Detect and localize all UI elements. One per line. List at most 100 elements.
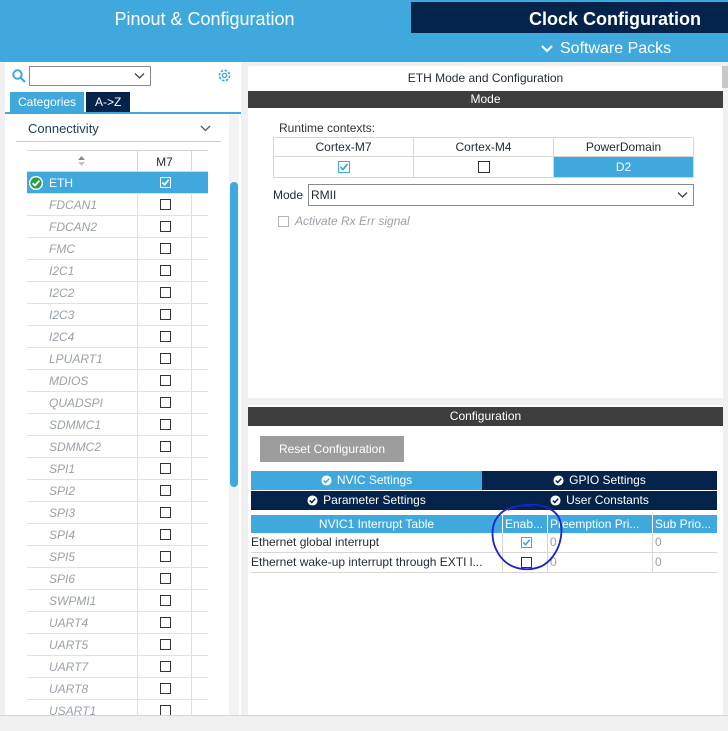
list-item[interactable]: UART8	[27, 678, 208, 700]
panel-scroll-stub[interactable]	[722, 66, 728, 88]
m7-checkbox[interactable]	[160, 661, 171, 672]
sort-icon[interactable]	[77, 155, 86, 167]
m7-checkbox[interactable]	[160, 441, 171, 452]
list-item[interactable]: SPI2	[27, 480, 208, 502]
runtime-contexts-label: Runtime contexts:	[279, 121, 376, 135]
m7-cell	[137, 568, 192, 589]
list-item[interactable]: FDCAN1	[27, 194, 208, 216]
list-item[interactable]: LPUART1	[27, 348, 208, 370]
m7-cell	[137, 634, 192, 655]
m7-checkbox[interactable]	[160, 331, 171, 342]
list-item[interactable]: SWPMI1	[27, 590, 208, 612]
rx-err-checkbox[interactable]	[278, 215, 289, 227]
settings-tabs: NVIC Settings GPIO Settings Parameter Se…	[251, 471, 717, 511]
list-item[interactable]: SPI6	[27, 568, 208, 590]
check-icon	[161, 179, 170, 186]
settings-tabs-row: NVIC Settings GPIO Settings	[251, 471, 717, 490]
m7-checkbox[interactable]	[160, 573, 171, 584]
stm32cubemx-window: Pinout & Configuration Clock Configurati…	[0, 0, 728, 731]
list-item[interactable]: SPI5	[27, 546, 208, 568]
list-item[interactable]: UART5	[27, 634, 208, 656]
tab-parameter-settings[interactable]: Parameter Settings	[251, 491, 482, 510]
m7-checkbox[interactable]	[160, 639, 171, 650]
list-item[interactable]: SPI4	[27, 524, 208, 546]
m7-checkbox[interactable]	[160, 199, 171, 210]
peripheral-tree-panel: Categories A->Z Connectivity M7 ETH FDCAN…	[5, 62, 241, 722]
runtime-contexts-table: Cortex-M7 Cortex-M4 PowerDomain D2	[273, 137, 694, 178]
context-value	[274, 157, 413, 177]
mode-select[interactable]: RMII	[308, 184, 694, 206]
category-connectivity[interactable]: Connectivity	[16, 118, 221, 142]
table-row[interactable]: Ethernet global interrupt 0 0	[251, 533, 717, 553]
peripheral-name: SDMMC2	[49, 440, 102, 454]
list-item[interactable]: UART4	[27, 612, 208, 634]
m7-checkbox[interactable]	[160, 529, 171, 540]
list-item[interactable]: FMC	[27, 238, 208, 260]
peripheral-name: SWPMI1	[49, 594, 97, 608]
list-item[interactable]: QUADSPI	[27, 392, 208, 414]
table-row[interactable]: Ethernet wake-up interrupt through EXTI …	[251, 553, 717, 573]
m7-checkbox[interactable]	[160, 617, 171, 628]
sub-priority[interactable]: 0	[653, 553, 717, 572]
column-header-interrupt[interactable]: NVIC1 Interrupt Table	[251, 515, 503, 533]
sub-priority[interactable]: 0	[653, 533, 717, 552]
cortex-m7-checkbox[interactable]	[338, 161, 350, 173]
tab-gpio-settings[interactable]: GPIO Settings	[482, 471, 717, 490]
tab-clock-configuration[interactable]: Clock Configuration	[411, 2, 728, 33]
power-domain-value[interactable]: D2	[554, 157, 693, 177]
m7-cell	[137, 546, 192, 567]
m7-checkbox[interactable]	[160, 463, 171, 474]
list-item[interactable]: I2C4	[27, 326, 208, 348]
m7-checkbox[interactable]	[160, 485, 171, 496]
m7-checkbox[interactable]	[160, 353, 171, 364]
m7-checkbox[interactable]	[160, 551, 171, 562]
list-item[interactable]: ETH	[27, 172, 208, 194]
tab-categories[interactable]: Categories	[10, 92, 85, 112]
m7-cell	[137, 260, 192, 281]
category-label: Connectivity	[28, 121, 99, 136]
m7-checkbox[interactable]	[160, 507, 171, 518]
check-circle-icon	[321, 475, 332, 486]
mode-panel: ETH Mode and Configuration Mode Runtime …	[248, 66, 723, 398]
list-item[interactable]: I2C2	[27, 282, 208, 304]
peripheral-name: SPI6	[49, 572, 76, 586]
m7-cell	[137, 304, 192, 325]
chevron-down-icon[interactable]	[134, 72, 145, 80]
search-input[interactable]	[29, 66, 151, 86]
column-header-sub-priority[interactable]: Sub Prio...	[653, 515, 717, 533]
m7-checkbox[interactable]	[160, 397, 171, 408]
m7-checkbox[interactable]	[160, 177, 171, 188]
tab-a-z[interactable]: A->Z	[86, 92, 131, 112]
m7-checkbox[interactable]	[160, 683, 171, 694]
m7-checkbox[interactable]	[160, 375, 171, 386]
search-icon[interactable]	[12, 69, 26, 83]
m7-cell	[137, 392, 192, 413]
list-item[interactable]: SPI3	[27, 502, 208, 524]
list-item[interactable]: SPI1	[27, 458, 208, 480]
m7-checkbox[interactable]	[160, 595, 171, 606]
list-item[interactable]: I2C3	[27, 304, 208, 326]
gear-icon[interactable]	[216, 67, 233, 84]
m7-cell	[137, 502, 192, 523]
list-item[interactable]: I2C1	[27, 260, 208, 282]
m7-checkbox[interactable]	[160, 419, 171, 430]
m7-checkbox[interactable]	[160, 265, 171, 276]
tab-nvic-settings[interactable]: NVIC Settings	[251, 471, 482, 490]
m7-checkbox[interactable]	[160, 221, 171, 232]
m7-checkbox[interactable]	[160, 243, 171, 254]
list-item[interactable]: SDMMC1	[27, 414, 208, 436]
m7-cell	[137, 524, 192, 545]
m7-checkbox[interactable]	[160, 309, 171, 320]
list-item[interactable]: SDMMC2	[27, 436, 208, 458]
list-item[interactable]: UART7	[27, 656, 208, 678]
list-item[interactable]: FDCAN2	[27, 216, 208, 238]
cortex-m4-checkbox[interactable]	[478, 161, 490, 173]
scrollbar-thumb[interactable]	[230, 182, 238, 487]
list-item[interactable]: MDIOS	[27, 370, 208, 392]
reset-configuration-button[interactable]: Reset Configuration	[260, 436, 404, 462]
tab-pinout-configuration[interactable]: Pinout & Configuration	[0, 0, 409, 34]
panel-title: ETH Mode and Configuration	[407, 71, 564, 85]
software-packs-menu[interactable]: Software Packs	[540, 37, 671, 61]
m7-checkbox[interactable]	[160, 287, 171, 298]
configuration-panel: Configuration Reset Configuration NVIC S…	[248, 405, 723, 715]
